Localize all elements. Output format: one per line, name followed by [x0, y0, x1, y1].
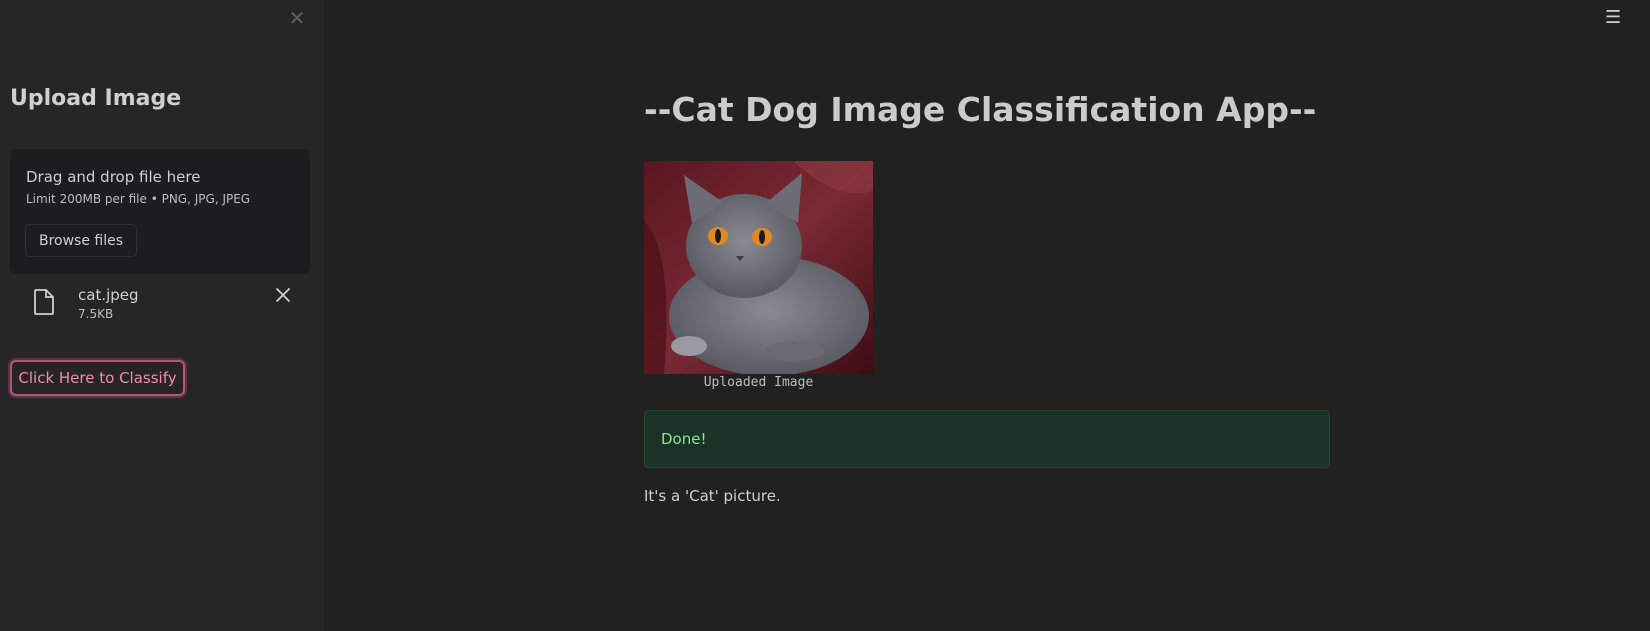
dropzone-limit: Limit 200MB per file • PNG, JPG, JPEG — [26, 192, 251, 206]
success-alert: Done! — [644, 410, 1330, 468]
uploaded-cat-image — [644, 161, 873, 374]
file-dropzone[interactable]: Drag and drop file here Limit 200MB per … — [10, 149, 310, 274]
image-caption: Uploaded Image — [703, 375, 814, 390]
dropzone-title: Drag and drop file here — [26, 168, 201, 186]
file-name: cat.jpeg — [78, 286, 139, 304]
page-title: --Cat Dog Image Classification App-- — [644, 90, 1317, 129]
hamburger-menu-icon[interactable]: ☰ — [1605, 9, 1623, 27]
classification-result: It's a 'Cat' picture. — [644, 487, 781, 505]
uploaded-file: cat.jpeg 7.5KB — [10, 282, 310, 327]
sidebar: ✕ Upload Image Drag and drop file here L… — [0, 0, 325, 631]
classify-button[interactable]: Click Here to Classify — [10, 360, 185, 396]
browse-files-button[interactable]: Browse files — [25, 224, 137, 257]
remove-file-icon[interactable] — [274, 286, 292, 304]
file-size: 7.5KB — [78, 307, 114, 321]
success-message: Done! — [661, 430, 707, 448]
sidebar-close-icon[interactable]: ✕ — [287, 8, 307, 28]
file-icon — [34, 289, 54, 315]
sidebar-title: Upload Image — [10, 86, 182, 111]
